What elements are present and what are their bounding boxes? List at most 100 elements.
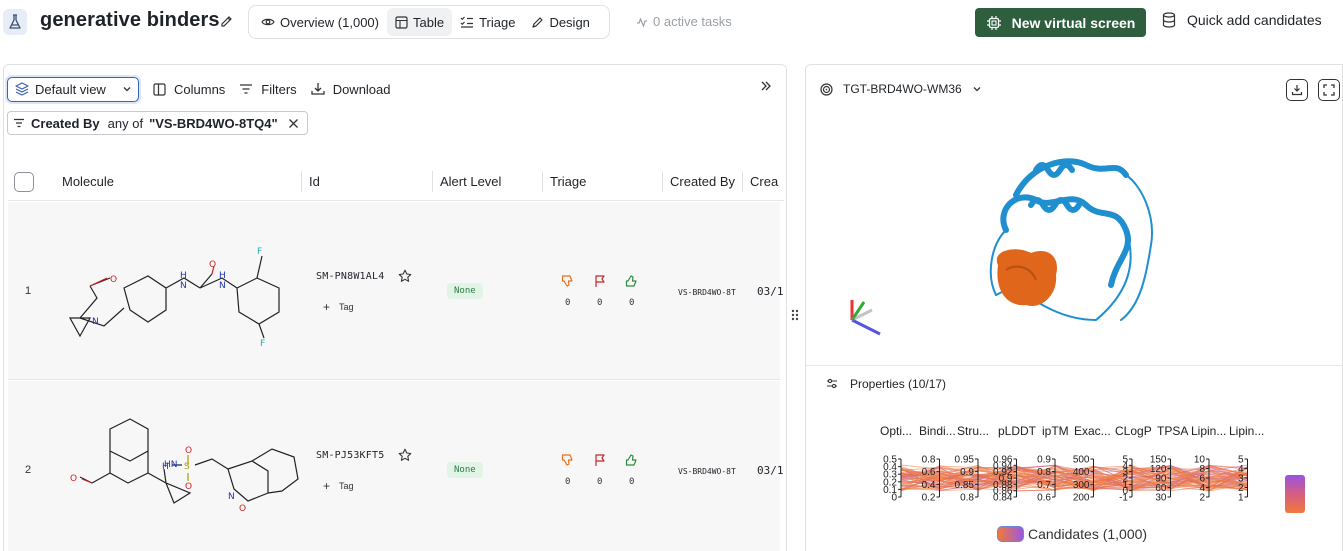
properties-toggle[interactable]: Properties (10/17) (806, 365, 1342, 401)
pc-tick-label: 400 (1073, 467, 1090, 478)
filter-operator: any of (107, 115, 144, 131)
quick-add-candidates-button[interactable]: Quick add candidates (1162, 12, 1322, 28)
svg-text:S: S (184, 462, 190, 472)
table-row[interactable]: O H . HN S O O N O 2 SM-PJ53KFT5 + Tag No… (8, 381, 784, 551)
star-icon[interactable] (398, 448, 412, 462)
chevron-down-icon (973, 87, 981, 92)
legend-label: Candidates (1,000) (1028, 526, 1148, 542)
table-panel: Default view Columns Filters Download Cr… (3, 64, 787, 551)
col-created-by-label: Created By (670, 174, 736, 189)
molecule-id[interactable]: SM-PN8W1AL4 (316, 271, 384, 282)
parallel-coordinates-chart[interactable]: 0.50.40.30.20.100.80.60.40.20.950.90.850… (866, 453, 1286, 501)
top-bar: generative binders Overview (1,000) Tabl… (0, 0, 1343, 62)
tab-overview[interactable]: Overview (1,000) (253, 8, 387, 36)
select-all-cell (8, 163, 54, 200)
add-tag-button[interactable]: + Tag (323, 479, 354, 493)
pc-tick-label: 200 (1073, 493, 1090, 502)
col-created-by[interactable]: Created By (662, 163, 742, 200)
download-button[interactable]: Download (311, 82, 391, 97)
structure-viewer-panel: TGT-BRD4WO-WM36 Properties (10/17) Opti.… (805, 64, 1343, 551)
pc-tick-label: 30 (1155, 493, 1167, 502)
thumbs-down-count: 0 (565, 477, 571, 487)
pc-axis-label: ipTM (1042, 424, 1069, 438)
pc-axis-label: Exac... (1074, 424, 1111, 438)
page-title: generative binders (40, 9, 220, 31)
active-tasks[interactable]: 0 active tasks (636, 14, 732, 29)
col-molecule[interactable]: Molecule (54, 163, 301, 200)
select-all-checkbox[interactable] (14, 171, 34, 192)
pc-tick-label: 0.85 (955, 480, 975, 491)
col-triage[interactable]: Triage (542, 163, 662, 200)
pc-axis-label: Stru... (957, 424, 990, 438)
table-toolbar: Default view Columns Filters Download (7, 76, 391, 102)
target-icon (820, 82, 833, 96)
close-icon[interactable] (288, 118, 299, 129)
pc-axis-label: TPSA (1157, 424, 1189, 438)
star-icon[interactable] (398, 269, 412, 283)
eye-icon (261, 18, 275, 26)
col-created-label: Crea (750, 174, 779, 189)
tab-design[interactable]: Design (523, 8, 597, 36)
fullscreen-button[interactable] (1318, 79, 1340, 101)
row-index: 2 (25, 464, 32, 476)
thumbs-up-count: 0 (629, 298, 635, 308)
table-header: Molecule Id Alert Level Triage Created B… (8, 163, 784, 201)
edit-title-icon[interactable] (220, 14, 234, 28)
col-molecule-label: Molecule (62, 174, 115, 189)
download-structure-button[interactable] (1286, 79, 1308, 101)
svg-text:O: O (185, 446, 192, 456)
protein-3d-view[interactable] (976, 135, 1176, 335)
svg-text:O: O (110, 275, 117, 285)
new-virtual-screen-button[interactable]: New virtual screen (975, 8, 1146, 37)
flag-icon[interactable] (593, 274, 607, 288)
created-date-value: 03/1 (757, 464, 784, 477)
filter-chip[interactable]: Created By any of "VS-BRD4WO-8TQ4" (7, 111, 308, 135)
download-label: Download (332, 81, 391, 97)
created-date-value: 03/1 (757, 285, 784, 298)
legend[interactable]: Candidates (1,000) (997, 526, 1147, 542)
filter-icon (240, 84, 253, 94)
tag-label: Tag (339, 481, 354, 491)
axis-gizmo-icon (850, 300, 881, 336)
svg-text:O: O (185, 482, 192, 492)
view-tabs: Overview (1,000) Table Triage Design (248, 5, 610, 39)
target-select[interactable]: TGT-BRD4WO-WM36 (820, 82, 982, 96)
flask-icon[interactable] (3, 9, 27, 35)
pc-tick-label: 2 (1199, 493, 1205, 502)
thumbs-up-icon[interactable] (625, 274, 639, 288)
collapse-panel-icon[interactable] (760, 79, 772, 97)
filter-field: Created By (31, 115, 100, 131)
thumbs-up-icon[interactable] (625, 453, 639, 467)
pc-tick-label: 500 (1073, 455, 1090, 466)
row-index: 1 (25, 285, 32, 297)
molecule-structure[interactable]: O H . HN S O O N O (52, 409, 302, 519)
molecule-id[interactable]: SM-PJ53KFT5 (316, 450, 384, 461)
columns-button[interactable]: Columns (153, 82, 225, 97)
thumbs-down-icon[interactable] (561, 274, 575, 288)
created-by-value: VS-BRD4WO-8T (678, 288, 736, 297)
thumbs-down-icon[interactable] (561, 453, 575, 467)
flag-icon[interactable] (593, 453, 607, 467)
plus-icon: + (323, 300, 331, 314)
thumbs-up-count: 0 (629, 477, 635, 487)
col-id[interactable]: Id (301, 163, 432, 200)
filters-button[interactable]: Filters (239, 82, 297, 97)
tab-overview-label: Overview (1,000) (280, 14, 379, 30)
panel-resize-handle[interactable] (791, 308, 799, 325)
col-created[interactable]: Crea (742, 163, 784, 200)
view-select[interactable]: Default view (7, 76, 139, 102)
tab-table[interactable]: Table (386, 8, 453, 36)
tab-triage[interactable]: Triage (452, 8, 523, 36)
pc-tick-label: 0.4 (922, 480, 936, 491)
svg-text:O: O (239, 504, 246, 514)
svg-text:O: O (209, 260, 216, 270)
col-triage-label: Triage (550, 174, 587, 189)
col-alert-level[interactable]: Alert Level (432, 163, 542, 200)
add-tag-button[interactable]: + Tag (323, 300, 354, 314)
molecule-structure[interactable]: O N H N O H N F F (52, 238, 302, 348)
pc-tick-label: 0.9 (1037, 455, 1051, 466)
layers-icon (15, 82, 29, 96)
pc-tick-label: 0.6 (922, 467, 936, 478)
flag-count: 0 (597, 477, 603, 487)
table-row[interactable]: 1 O N H N O H N F F SM-PN8W1AL4 + Tag No… (8, 202, 784, 380)
